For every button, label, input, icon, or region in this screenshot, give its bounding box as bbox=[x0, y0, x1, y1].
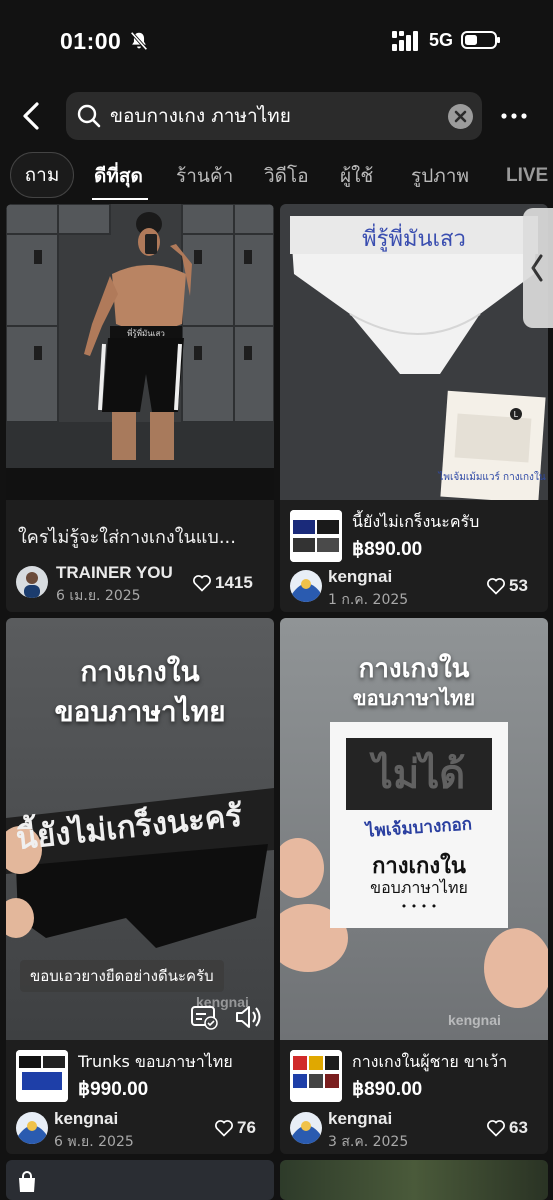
result-tabs: ถาม ดีที่สุด ร้านค้า วิดีโอ ผู้ใช้ รูปภา… bbox=[0, 152, 553, 202]
post-caption: ใครไม่รู้จะใส่กางเกงในแบ... bbox=[18, 527, 236, 548]
like-count: 63 bbox=[509, 1118, 528, 1137]
post-date: 6 เม.ย. 2025 bbox=[56, 588, 141, 604]
product-thumbnail[interactable] bbox=[290, 1050, 342, 1102]
tab-ask[interactable]: ถาม bbox=[10, 152, 74, 198]
box-dots: • • • • bbox=[400, 900, 438, 913]
shopping-bag-icon bbox=[19, 1171, 35, 1192]
box-text: ไพเจ้มเม้มแวร์ กางเกงใน bbox=[437, 471, 545, 483]
post-thumbnail: พี่รู้พี่มันเสว bbox=[6, 204, 274, 500]
search-input[interactable] bbox=[110, 92, 430, 140]
like-count: 53 bbox=[509, 576, 528, 595]
product-price: ฿890.00 bbox=[352, 539, 423, 560]
signal-icon bbox=[392, 31, 418, 51]
more-options-icon[interactable] bbox=[499, 106, 529, 126]
search-icon bbox=[77, 104, 101, 128]
network-label: 5G bbox=[429, 30, 454, 50]
box-subtitle-text: ขอบภาษาไทย bbox=[370, 878, 468, 897]
post-card[interactable] bbox=[280, 1160, 548, 1200]
product-price: ฿890.00 bbox=[352, 1079, 423, 1100]
post-card[interactable] bbox=[6, 1160, 274, 1200]
like-count: 1415 bbox=[215, 573, 253, 592]
product-title[interactable]: นี้ยังไม่เกร็งนะครับ bbox=[352, 510, 542, 535]
post-card[interactable]: พี่รู้พี่มันเสว ใครไม่รู้จะใส่กางเกงในแบ… bbox=[6, 204, 274, 612]
size-label: L bbox=[514, 410, 519, 419]
watermark: kengnai bbox=[448, 1012, 501, 1028]
post-thumbnail: พี่รู้พี่มันเสว L ไพเจ้มเม้มแวร์ กางเกงใ… bbox=[280, 204, 548, 500]
like-count: 76 bbox=[237, 1118, 256, 1137]
side-panel-handle[interactable] bbox=[523, 208, 553, 328]
battery-icon bbox=[461, 31, 500, 49]
product-thumbnail[interactable] bbox=[16, 1050, 68, 1102]
tab-photos[interactable]: รูปภาพ bbox=[411, 152, 469, 200]
username[interactable]: kengnai bbox=[328, 1109, 392, 1129]
tab-shop[interactable]: ร้านค้า bbox=[176, 152, 233, 200]
waistband-text: พี่รู้พี่มันเสว bbox=[362, 223, 466, 252]
status-time: 01:00 bbox=[60, 28, 122, 54]
bell-muted-icon bbox=[130, 31, 148, 51]
username[interactable]: TRAINER YOU bbox=[56, 563, 173, 583]
tab-videos[interactable]: วิดีโอ bbox=[264, 152, 309, 200]
heart-icon[interactable] bbox=[192, 573, 212, 593]
post-date: 6 พ.ย. 2025 bbox=[54, 1134, 134, 1150]
heart-icon[interactable] bbox=[214, 1118, 234, 1138]
active-tab-indicator bbox=[92, 198, 148, 200]
chevron-left-icon bbox=[531, 254, 543, 282]
username[interactable]: kengnai bbox=[328, 567, 392, 587]
box-window-text: ไม่ได้ bbox=[372, 752, 466, 798]
avatar[interactable] bbox=[290, 1112, 322, 1144]
post-card[interactable]: กางเกงใน ขอบภาษาไทย นี้ยังไม่เกร็งนะครั … bbox=[6, 618, 274, 1154]
video-subtitle: ขอบเอวยางยืดอย่างดีนะครับ bbox=[20, 960, 224, 992]
post-date: 1 ก.ค. 2025 bbox=[328, 592, 409, 608]
heart-icon[interactable] bbox=[486, 1118, 506, 1138]
search-bar[interactable] bbox=[66, 92, 482, 140]
product-price: ฿990.00 bbox=[78, 1079, 149, 1100]
post-card[interactable]: กางเกงใน ขอบภาษาไทย ไม่ได้ ไพเจ้มบางกอก … bbox=[280, 618, 548, 1154]
avatar[interactable] bbox=[16, 566, 48, 598]
post-thumbnail: กางเกงใน ขอบภาษาไทย นี้ยังไม่เกร็งนะครั … bbox=[6, 618, 274, 1040]
post-thumbnail: กางเกงใน ขอบภาษาไทย ไม่ได้ ไพเจ้มบางกอก … bbox=[280, 618, 548, 1040]
sound-icon[interactable] bbox=[234, 1004, 264, 1030]
heart-icon[interactable] bbox=[486, 576, 506, 596]
tab-top[interactable]: ดีที่สุด bbox=[94, 152, 143, 200]
product-thumbnail[interactable] bbox=[290, 510, 342, 562]
back-arrow-icon[interactable] bbox=[18, 100, 44, 132]
tab-live[interactable]: LIVE bbox=[506, 152, 548, 200]
tab-users[interactable]: ผู้ใช้ bbox=[340, 152, 373, 200]
captions-icon[interactable] bbox=[190, 1004, 218, 1030]
username[interactable]: kengnai bbox=[54, 1109, 118, 1129]
waistband-text: พี่รู้พี่มันเสว bbox=[127, 327, 165, 339]
product-title[interactable]: กางเกงในผู้ชาย ขาเว้า bbox=[352, 1050, 542, 1075]
post-card[interactable]: พี่รู้พี่มันเสว L ไพเจ้มเม้มแวร์ กางเกงใ… bbox=[280, 204, 548, 612]
clear-search-icon[interactable] bbox=[448, 104, 473, 129]
avatar[interactable] bbox=[16, 1112, 48, 1144]
avatar[interactable] bbox=[290, 570, 322, 602]
status-bar: 01:00 5G bbox=[0, 0, 553, 80]
post-date: 3 ส.ค. 2025 bbox=[328, 1134, 409, 1150]
product-title[interactable]: Trunks ขอบภาษาไทย bbox=[78, 1050, 268, 1075]
